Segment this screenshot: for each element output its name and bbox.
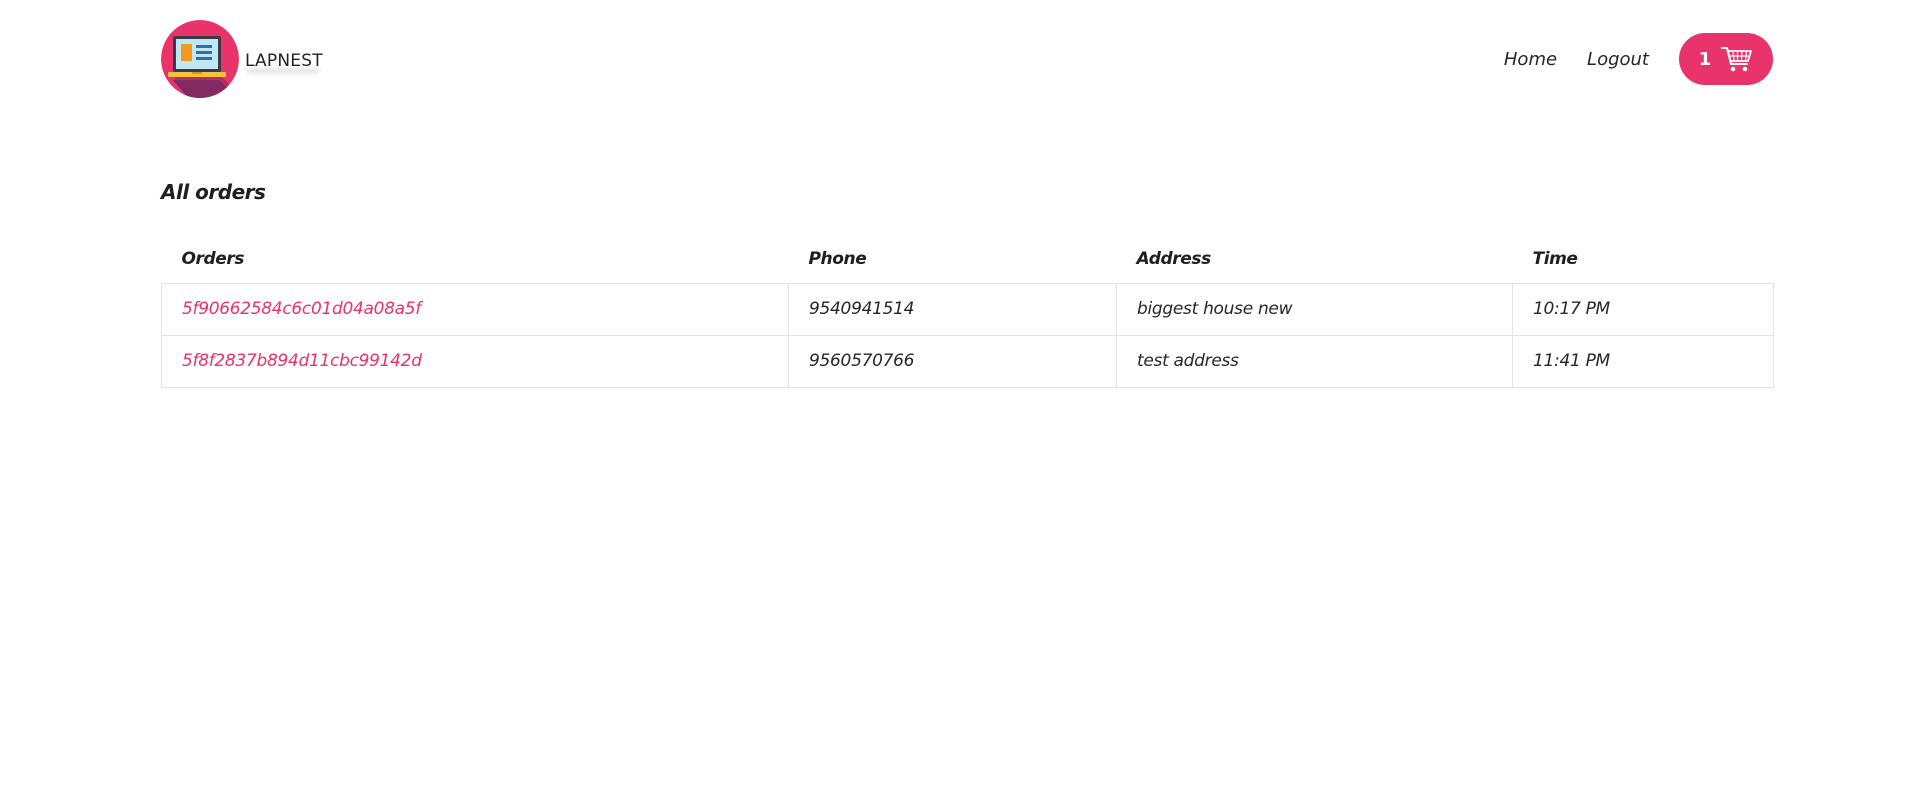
order-address: biggest house new (1116, 282, 1513, 336)
cart-button[interactable]: 1 (1679, 33, 1773, 85)
order-id-link[interactable]: 5f90662584c6c01d04a08a5f (161, 282, 789, 336)
order-phone: 9560570766 (788, 334, 1117, 388)
brand-logo-link[interactable]: LAPNEST (161, 19, 323, 99)
order-time: 10:17 PM (1512, 282, 1774, 336)
order-address: test address (1116, 334, 1513, 388)
order-id-link[interactable]: 5f8f2837b894d11cbc99142d (161, 334, 789, 388)
main-nav: Home Logout 1 (1504, 33, 1773, 85)
table-row: 5f90662584c6c01d04a08a5f 9540941514 bigg… (161, 282, 1774, 336)
main-content: All orders Orders Phone Address Time 5f9… (161, 180, 1774, 388)
table-row: 5f8f2837b894d11cbc99142d 9560570766 test… (161, 334, 1774, 388)
table-header-row: Orders Phone Address Time (162, 236, 1774, 283)
brand-name: LAPNEST (245, 51, 323, 71)
nav-logout-link[interactable]: Logout (1587, 49, 1649, 70)
cart-icon (1721, 45, 1753, 73)
column-header-time: Time (1532, 249, 1578, 270)
page: LAPNEST Home Logout 1 All orders Orders … (0, 0, 1919, 788)
page-title: All orders (161, 180, 266, 204)
cart-count-badge: 1 (1698, 48, 1712, 70)
orders-table: Orders Phone Address Time 5f90662584c6c0… (161, 236, 1774, 388)
column-header-orders: Orders (181, 249, 245, 270)
nav-home-link[interactable]: Home (1504, 49, 1557, 70)
site-header: LAPNEST Home Logout 1 (161, 19, 1773, 99)
column-header-phone: Phone (808, 249, 867, 270)
column-header-address: Address (1136, 249, 1212, 270)
order-time: 11:41 PM (1512, 334, 1774, 388)
order-phone: 9540941514 (788, 282, 1117, 336)
laptop-logo-icon (161, 20, 239, 98)
